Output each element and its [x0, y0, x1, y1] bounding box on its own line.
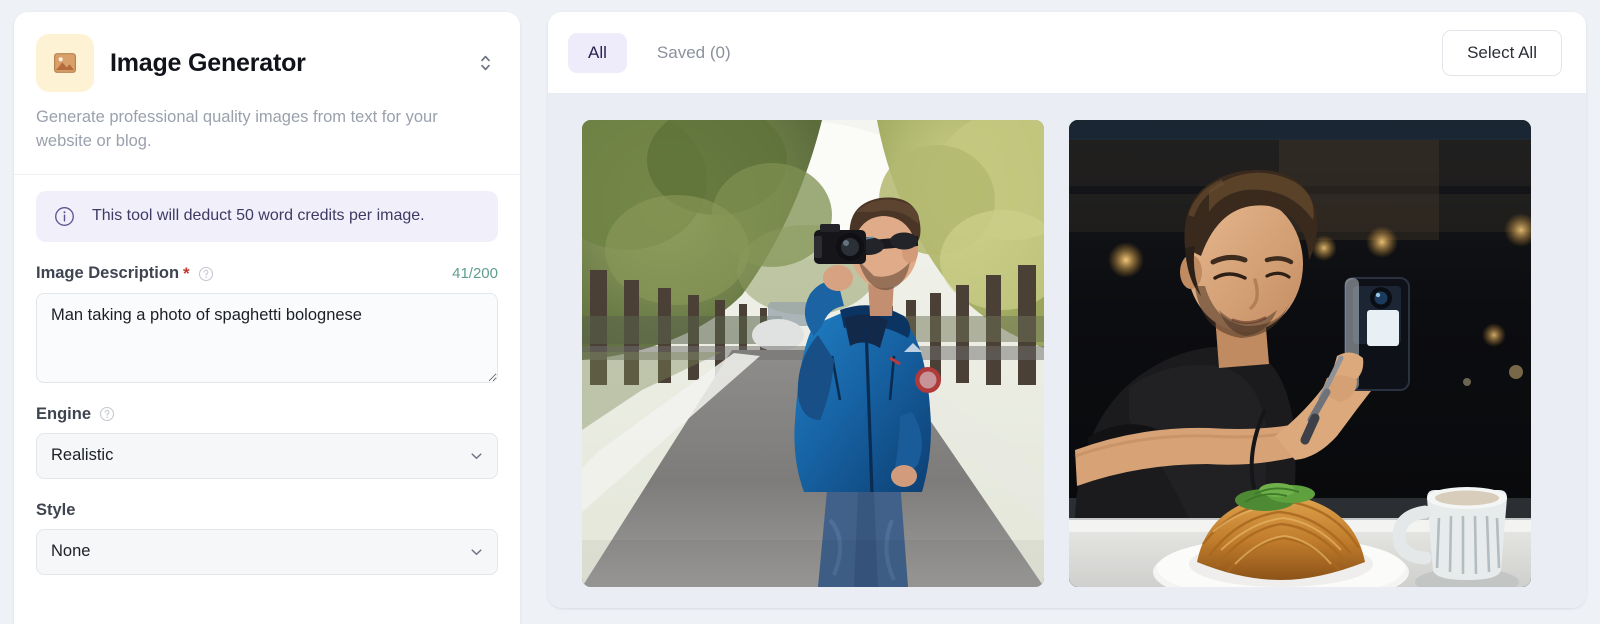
credits-info-banner: This tool will deduct 50 word credits pe… [36, 190, 498, 242]
generated-image-thumbnail[interactable] [1069, 120, 1531, 587]
tab-saved[interactable]: Saved (0) [637, 33, 751, 73]
required-indicator: * [183, 263, 190, 283]
image-generator-screen: Image Generator Generate professional qu… [0, 0, 1600, 624]
gallery-panel: All Saved (0) Select All [548, 12, 1586, 608]
engine-select[interactable]: Realistic [36, 432, 498, 479]
gallery-tabs: All Saved (0) [568, 32, 751, 73]
style-field-group: Style None [36, 501, 498, 575]
tab-all[interactable]: All [568, 32, 627, 73]
question-circle-icon[interactable] [198, 266, 214, 282]
credits-info-text: This tool will deduct 50 word credits pe… [92, 207, 425, 225]
question-circle-icon[interactable] [99, 406, 115, 422]
chevron-up-down-icon[interactable] [472, 46, 498, 80]
image-picture-icon [36, 34, 94, 92]
image-description-label: Image Description [36, 264, 180, 283]
info-circle-icon [54, 206, 75, 227]
style-selected-value: None [51, 542, 91, 561]
select-all-button[interactable]: Select All [1442, 29, 1562, 76]
tool-description: Generate professional quality images fro… [36, 108, 438, 150]
engine-label: Engine [36, 404, 92, 423]
gallery-header: All Saved (0) Select All [548, 12, 1586, 94]
image-description-field-group: Image Description * 41/200 [36, 264, 498, 383]
tool-form: This tool will deduct 50 word credits pe… [14, 175, 520, 597]
image-description-input[interactable] [36, 292, 498, 383]
tool-header: Image Generator Generate professional qu… [14, 12, 520, 175]
character-counter: 41/200 [452, 265, 498, 283]
engine-field-group: Engine Realistic [36, 405, 498, 479]
generated-image-thumbnail[interactable] [582, 120, 1044, 587]
style-label: Style [36, 500, 76, 519]
engine-selected-value: Realistic [51, 446, 114, 465]
page-title: Image Generator [110, 48, 306, 77]
generated-images-grid [548, 94, 1586, 608]
style-select[interactable]: None [36, 528, 498, 575]
tool-settings-panel: Image Generator Generate professional qu… [14, 12, 520, 624]
